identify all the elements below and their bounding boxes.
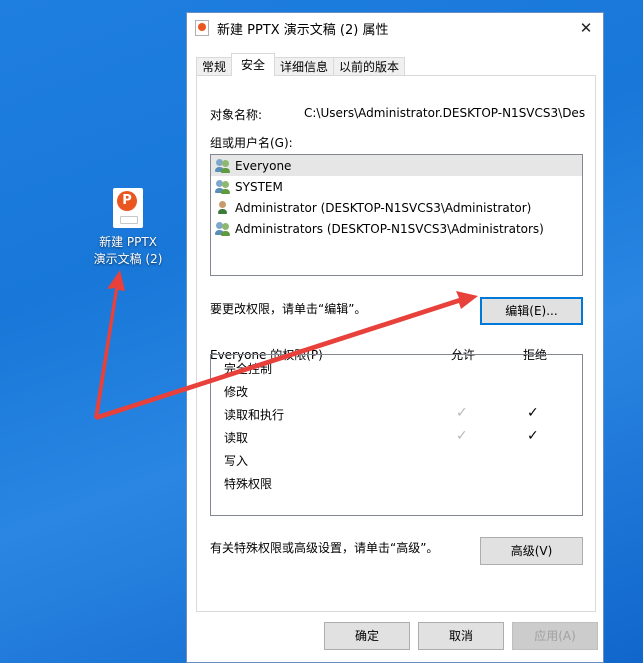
list-item[interactable]: Everyone [211, 155, 582, 176]
list-item[interactable]: SYSTEM [211, 176, 582, 197]
object-name-label: 对象名称: [210, 108, 263, 122]
group-users-icon [215, 179, 231, 194]
deny-check-icon: ✓ [527, 428, 539, 444]
close-icon[interactable]: ✕ [575, 17, 597, 39]
tab-security[interactable]: 安全 [231, 53, 276, 76]
list-item[interactable]: Administrators (DESKTOP-N1SVCS3\Administ… [211, 218, 582, 239]
single-user-icon [215, 200, 231, 215]
permission-special: 特殊权限 [224, 477, 273, 491]
user-name: Administrators (DESKTOP-N1SVCS3\Administ… [235, 221, 544, 236]
arrow-to-file-icon [94, 270, 125, 419]
permission-modify: 修改 [224, 385, 249, 399]
permission-full-control: 完全控制 [224, 362, 273, 376]
advanced-hint: 有关特殊权限或高级设置，请单击“高级”。 [210, 541, 439, 555]
desktop-file-label-line2: 演示文稿 (2) [93, 252, 163, 266]
desktop-file-label-line1: 新建 PPTX [99, 235, 157, 249]
advanced-button[interactable]: 高级(V) [480, 537, 583, 565]
cancel-button[interactable]: 取消 [418, 622, 504, 650]
group-users-icon [215, 158, 231, 173]
list-item[interactable]: Administrator (DESKTOP-N1SVCS3\Administr… [211, 197, 582, 218]
security-panel: 对象名称: C:\Users\Administrator.DESKTOP-N1S… [196, 75, 596, 612]
user-name: Administrator (DESKTOP-N1SVCS3\Administr… [235, 200, 532, 215]
tab-general[interactable]: 常规 [196, 57, 233, 76]
pptx-title-icon [195, 20, 209, 36]
tab-previous-versions[interactable]: 以前的版本 [333, 57, 406, 76]
user-name: SYSTEM [235, 179, 283, 194]
dialog-title: 新建 PPTX 演示文稿 (2) 属性 [217, 22, 389, 38]
permission-read: 读取 [224, 431, 249, 445]
group-users-icon [215, 221, 231, 236]
tab-details[interactable]: 详细信息 [274, 57, 335, 76]
allow-check-icon: ✓ [456, 428, 468, 444]
title-bar[interactable]: 新建 PPTX 演示文稿 (2) 属性 [187, 13, 603, 43]
user-name: Everyone [235, 158, 292, 173]
edit-button[interactable]: 编辑(E)... [480, 297, 583, 325]
permissions-list: 完全控制 修改 读取和执行 读取 写入 特殊权限 ✓ ✓ ✓ ✓ [210, 354, 583, 516]
pptx-file-icon: P [111, 188, 145, 230]
object-name-value: C:\Users\Administrator.DESKTOP-N1SVCS3\D… [304, 106, 585, 120]
users-listbox[interactable]: Everyone SYSTEM Administrator (DESKTOP-N… [210, 154, 583, 276]
allow-check-icon: ✓ [456, 405, 468, 421]
properties-dialog: 新建 PPTX 演示文稿 (2) 属性 ✕ 常规 安全 详细信息 以前的版本 对… [186, 12, 604, 663]
ok-button[interactable]: 确定 [324, 622, 410, 650]
change-permissions-hint: 要更改权限，请单击“编辑”。 [210, 302, 367, 316]
group-users-label: 组或用户名(G): [210, 136, 293, 150]
deny-check-icon: ✓ [527, 405, 539, 421]
permission-write: 写入 [224, 454, 249, 468]
desktop-file-item[interactable]: P 新建 PPTX 演示文稿 (2) [92, 188, 164, 268]
tab-strip: 常规 安全 详细信息 以前的版本 [196, 53, 406, 76]
apply-button[interactable]: 应用(A) [512, 622, 598, 650]
permission-read-execute: 读取和执行 [224, 408, 285, 422]
